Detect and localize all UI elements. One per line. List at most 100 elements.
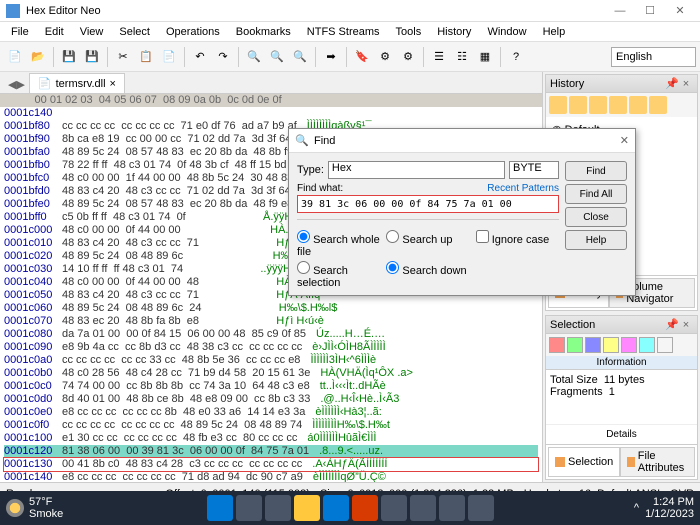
hex-row[interactable]: 0001c12081 38 06 00 00 39 81 3c 06 00 00… bbox=[4, 445, 538, 458]
file-icon: 📄 bbox=[38, 77, 52, 90]
ignore-case-check[interactable]: Ignore case bbox=[476, 230, 559, 258]
history-close-icon[interactable]: × bbox=[679, 78, 693, 90]
search-whole-radio[interactable]: Search whole file bbox=[297, 230, 380, 258]
search-up-radio[interactable]: Search up bbox=[386, 230, 469, 258]
redo-icon[interactable]: ↷ bbox=[212, 46, 234, 68]
menu-ntfs-streams[interactable]: NTFS Streams bbox=[300, 24, 387, 40]
tool1-icon[interactable]: ⚙ bbox=[374, 46, 396, 68]
open-icon[interactable]: 📂 bbox=[27, 46, 49, 68]
menu-select[interactable]: Select bbox=[112, 24, 157, 40]
selection-tab[interactable]: Selection bbox=[548, 447, 620, 477]
tab-close-icon[interactable]: × bbox=[110, 78, 116, 90]
save-icon[interactable]: 💾 bbox=[58, 46, 80, 68]
dialog-close-icon[interactable]: ✕ bbox=[620, 134, 629, 147]
tray-chevron-icon[interactable]: ^ bbox=[634, 502, 639, 514]
view1-icon[interactable]: ☰ bbox=[428, 46, 450, 68]
hex-row[interactable]: 0001c0a0cc cc cc cc cc cc 33 cc 48 8b 5e… bbox=[4, 354, 538, 367]
find-icon[interactable]: 🔍 bbox=[243, 46, 265, 68]
undo-icon[interactable]: ↶ bbox=[189, 46, 211, 68]
copy-icon[interactable]: 📋 bbox=[135, 46, 157, 68]
bookmark-icon[interactable]: 🔖 bbox=[351, 46, 373, 68]
edge-icon[interactable] bbox=[323, 495, 349, 521]
find-button[interactable]: Find bbox=[565, 161, 627, 181]
menu-history[interactable]: History bbox=[430, 24, 478, 40]
hex-row[interactable]: 0001c090e8 9b 4a cc cc 8b d3 cc 48 38 c3… bbox=[4, 341, 538, 354]
hist-tool-icon[interactable] bbox=[569, 96, 587, 114]
menu-view[interactable]: View bbox=[73, 24, 111, 40]
sel-tool-icon[interactable] bbox=[585, 337, 601, 353]
tab-prev-icon[interactable]: ◀▶ bbox=[4, 76, 29, 93]
app-icon[interactable] bbox=[381, 495, 407, 521]
tool2-icon[interactable]: ⚙ bbox=[397, 46, 419, 68]
app-icon[interactable] bbox=[439, 495, 465, 521]
hex-row[interactable]: 0001c0e0e8 cc cc cc cc cc cc 8b 48 e0 33… bbox=[4, 406, 538, 419]
menu-edit[interactable]: Edit bbox=[38, 24, 71, 40]
type-combo[interactable]: Hex bbox=[328, 161, 505, 179]
findall-icon[interactable]: 🔍 bbox=[289, 46, 311, 68]
hist-tool-icon[interactable] bbox=[609, 96, 627, 114]
document-tab[interactable]: 📄 termsrv.dll × bbox=[29, 73, 125, 93]
app-icon[interactable] bbox=[468, 495, 494, 521]
menu-tools[interactable]: Tools bbox=[389, 24, 429, 40]
search-down-radio[interactable]: Search down bbox=[386, 261, 469, 289]
hex-row[interactable]: 0001c13000 41 8b c0 48 83 c4 28 c3 cc cc… bbox=[4, 458, 538, 471]
hex-row[interactable]: 0001c0f0cc cc cc cc cc cc cc cc 48 89 5c… bbox=[4, 419, 538, 432]
view2-icon[interactable]: ☷ bbox=[451, 46, 473, 68]
paste-icon[interactable]: 📄 bbox=[158, 46, 180, 68]
taskview-icon[interactable] bbox=[265, 495, 291, 521]
selection-pin-icon[interactable]: 📌 bbox=[665, 318, 679, 331]
explorer-icon[interactable] bbox=[294, 495, 320, 521]
find-what-input[interactable] bbox=[297, 195, 559, 213]
hex-row[interactable]: 0001c100e1 30 cc cc cc cc cc cc 48 fb e3… bbox=[4, 432, 538, 445]
menu-bookmarks[interactable]: Bookmarks bbox=[229, 24, 298, 40]
hist-tool-icon[interactable] bbox=[649, 96, 667, 114]
hex-row[interactable]: 0001c080da 7a 01 00 00 0f 84 15 06 00 00… bbox=[4, 328, 538, 341]
help-button[interactable]: Help bbox=[565, 230, 627, 250]
cut-icon[interactable]: ✂ bbox=[112, 46, 134, 68]
history-pin-icon[interactable]: 📌 bbox=[665, 77, 679, 90]
hex-row[interactable]: 0001c06048 89 5c 24 08 48 89 6c 24 H‰\$.… bbox=[4, 302, 538, 315]
new-icon[interactable]: 📄 bbox=[4, 46, 26, 68]
hex-row[interactable]: 0001c140e8 cc cc cc cc cc cc cc 71 d8 ad… bbox=[4, 471, 538, 482]
help-icon[interactable]: ? bbox=[505, 46, 527, 68]
minimize-button[interactable]: — bbox=[606, 2, 634, 20]
app-icon[interactable] bbox=[352, 495, 378, 521]
menu-file[interactable]: File bbox=[4, 24, 36, 40]
windows-taskbar[interactable]: 57°FSmoke ^ 1:24 PM1/12/2023 bbox=[0, 491, 700, 525]
hist-tool-icon[interactable] bbox=[589, 96, 607, 114]
menu-help[interactable]: Help bbox=[536, 24, 573, 40]
app-icon[interactable] bbox=[410, 495, 436, 521]
close-button[interactable]: ✕ bbox=[666, 2, 694, 20]
sel-tool-icon[interactable] bbox=[639, 337, 655, 353]
hist-tool-icon[interactable] bbox=[549, 96, 567, 114]
close-button[interactable]: Close bbox=[565, 207, 627, 227]
findall-button[interactable]: Find All bbox=[565, 184, 627, 204]
hex-row[interactable]: 0001c07048 83 ec 20 48 8b fa 8b e8 Hƒì H… bbox=[4, 315, 538, 328]
goto-icon[interactable]: ➡ bbox=[320, 46, 342, 68]
search-taskbar-icon[interactable] bbox=[236, 495, 262, 521]
replace-icon[interactable]: 🔍 bbox=[266, 46, 288, 68]
search-selection-radio[interactable]: Search selection bbox=[297, 261, 380, 289]
saveall-icon[interactable]: 💾 bbox=[81, 46, 103, 68]
start-icon[interactable] bbox=[207, 495, 233, 521]
language-combo[interactable]: English bbox=[611, 47, 696, 67]
selection-close-icon[interactable]: × bbox=[679, 319, 693, 331]
sel-tool-icon[interactable] bbox=[657, 337, 673, 353]
hex-row[interactable]: 0001c140 bbox=[4, 107, 538, 120]
hex-row[interactable]: 0001c0d08d 40 01 00 48 8b ce 8b 48 e8 09… bbox=[4, 393, 538, 406]
hex-row[interactable]: 0001c0b048 c0 28 56 48 c4 28 cc 71 b9 d4… bbox=[4, 367, 538, 380]
sel-tool-icon[interactable] bbox=[549, 337, 565, 353]
sel-tool-icon[interactable] bbox=[603, 337, 619, 353]
file-attributes-tab[interactable]: File Attributes bbox=[620, 447, 695, 477]
sel-tool-icon[interactable] bbox=[621, 337, 637, 353]
details-button[interactable]: Details bbox=[546, 424, 697, 444]
menu-window[interactable]: Window bbox=[480, 24, 533, 40]
view3-icon[interactable]: ▦ bbox=[474, 46, 496, 68]
menu-operations[interactable]: Operations bbox=[159, 24, 227, 40]
maximize-button[interactable]: ☐ bbox=[636, 2, 664, 20]
sel-tool-icon[interactable] bbox=[567, 337, 583, 353]
hist-tool-icon[interactable] bbox=[629, 96, 647, 114]
recent-patterns-link[interactable]: Recent Patterns bbox=[487, 183, 559, 194]
hex-row[interactable]: 0001c0c074 74 00 00 cc 8b 8b 8b cc 74 3a… bbox=[4, 380, 538, 393]
byte-combo[interactable]: BYTE bbox=[509, 161, 559, 179]
